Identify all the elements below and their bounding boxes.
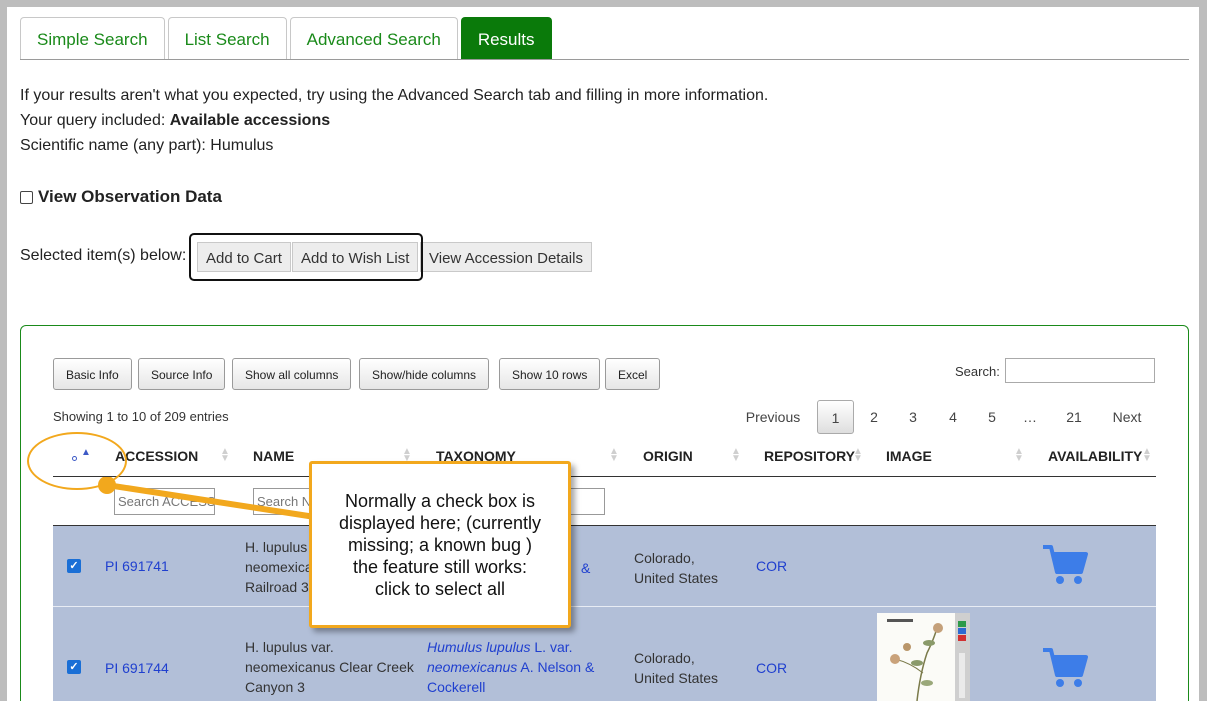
row-name: H. lupulus var. neomexicanus Clear Creek…: [245, 637, 414, 697]
selected-items-label: Selected item(s) below:: [20, 247, 187, 264]
repository-link[interactable]: COR: [756, 660, 787, 676]
row-name-line: H. lupulus: [245, 539, 308, 555]
tab-divider: [20, 59, 1189, 60]
column-name[interactable]: NAME: [253, 448, 294, 464]
pagination-page-4[interactable]: 4: [943, 400, 963, 434]
accession-link[interactable]: PI 691744: [105, 660, 169, 676]
query-prefix: Your query included:: [20, 112, 170, 129]
column-origin[interactable]: ORIGIN: [643, 448, 693, 464]
tab-results[interactable]: Results: [460, 17, 552, 60]
entries-info: Showing 1 to 10 of 209 entries: [53, 409, 229, 424]
pagination-page-5[interactable]: 5: [982, 400, 1002, 434]
sort-icon[interactable]: ▲ ▼: [731, 447, 741, 464]
taxon-variety: neomexicanus: [427, 659, 518, 675]
table-row[interactable]: [53, 526, 1156, 606]
column-accession[interactable]: ACCESSION: [115, 448, 198, 464]
tab-simple-search[interactable]: Simple Search: [20, 17, 165, 60]
query-scientific-name: Scientific name (any part): Humulus: [20, 137, 274, 154]
sort-icon[interactable]: ▲ ▼: [853, 447, 863, 464]
row-taxonomy-fragment[interactable]: &: [581, 558, 590, 578]
results-hint: If your results aren't what you expected…: [20, 87, 769, 104]
pagination-next[interactable]: Next: [1107, 400, 1147, 434]
row-name-line: H. lupulus var.: [245, 639, 334, 655]
row-checkbox[interactable]: ✓: [67, 660, 81, 674]
add-to-cart-icon[interactable]: [1042, 647, 1088, 689]
row-name-line: Canyon 3: [245, 679, 305, 695]
repository-link[interactable]: COR: [756, 558, 787, 574]
query-summary: Your query included: Available accession…: [20, 112, 330, 130]
view-accession-details-button[interactable]: View Accession Details: [420, 242, 592, 272]
herbarium-specimen-thumbnail[interactable]: [877, 613, 970, 701]
tab-advanced-search[interactable]: Advanced Search: [289, 17, 458, 60]
excel-button[interactable]: Excel: [605, 358, 661, 390]
sort-icon[interactable]: ▲ ▼: [1014, 447, 1024, 464]
column-repository[interactable]: REPOSITORY: [764, 448, 855, 464]
view-observation-toggle[interactable]: View Observation Data: [20, 187, 222, 207]
annotation-callout: Normally a check box is displayed here; …: [309, 461, 571, 628]
sort-icon[interactable]: ▲ ▼: [1142, 447, 1152, 464]
view-observation-checkbox[interactable]: [20, 190, 33, 204]
add-to-cart-icon[interactable]: [1042, 544, 1088, 586]
column-availability[interactable]: AVAILABILITY: [1048, 448, 1142, 464]
row-origin: Colorado, United States: [634, 648, 718, 688]
show-hide-columns-button[interactable]: Show/hide columns: [359, 358, 490, 390]
table-row[interactable]: [53, 607, 1156, 701]
taxon-genus-species: Humulus lupulus: [427, 639, 531, 655]
row-origin-line: United States: [634, 570, 719, 586]
pagination-page-3[interactable]: 3: [903, 400, 923, 434]
basic-info-button[interactable]: Basic Info: [53, 358, 132, 390]
pagination-page-21[interactable]: 21: [1061, 400, 1087, 434]
pagination-previous[interactable]: Previous: [742, 400, 804, 434]
query-value: Available accessions: [169, 112, 331, 129]
table-search-input[interactable]: [1005, 358, 1155, 383]
taxon-variety-authors: A. Nelson &: [517, 659, 595, 675]
sort-icon[interactable]: ▲ ▼: [220, 447, 230, 464]
row-name-line: neomexica: [245, 559, 313, 575]
view-observation-label: View Observation Data: [38, 187, 222, 206]
row-origin-line: Colorado,: [634, 650, 695, 666]
results-page: Simple Search List Search Advanced Searc…: [7, 7, 1199, 701]
column-image[interactable]: IMAGE: [886, 448, 932, 464]
tab-list-search[interactable]: List Search: [167, 17, 287, 60]
accession-link[interactable]: PI 691741: [105, 558, 169, 574]
sort-icon[interactable]: ▲ ▼: [609, 447, 619, 464]
row-origin-line: United States: [634, 670, 719, 686]
pagination-page-2[interactable]: 2: [864, 400, 884, 434]
taxon-authors-cont: Cockerell: [427, 679, 486, 695]
row-checkbox[interactable]: ✓: [67, 559, 81, 573]
row-name-line: neomexicanus Clear Creek: [245, 659, 414, 675]
row-taxonomy-link[interactable]: Humulus lupulus L. var. neomexicanus A. …: [427, 637, 594, 697]
pagination-page-1[interactable]: 1: [817, 400, 854, 434]
row-origin-line: Colorado,: [634, 550, 695, 566]
show-10-rows-button[interactable]: Show 10 rows: [499, 358, 601, 390]
table-search-label: Search:: [955, 364, 1000, 379]
annotation-pointer: [98, 477, 318, 520]
row-name: H. lupulus neomexica Railroad 3: [245, 537, 313, 597]
pagination-ellipsis: …: [1023, 409, 1037, 425]
taxon-author: L. var.: [530, 639, 573, 655]
annotation-highlight-box: [189, 233, 423, 281]
show-all-columns-button[interactable]: Show all columns: [232, 358, 352, 390]
annotation-callout-text: Normally a check box is displayed here; …: [338, 491, 542, 599]
row-origin: Colorado, United States: [634, 548, 718, 588]
source-info-button[interactable]: Source Info: [138, 358, 226, 390]
row-name-line: Railroad 3: [245, 579, 309, 595]
sort-icon[interactable]: ▲ ▼: [402, 447, 412, 464]
